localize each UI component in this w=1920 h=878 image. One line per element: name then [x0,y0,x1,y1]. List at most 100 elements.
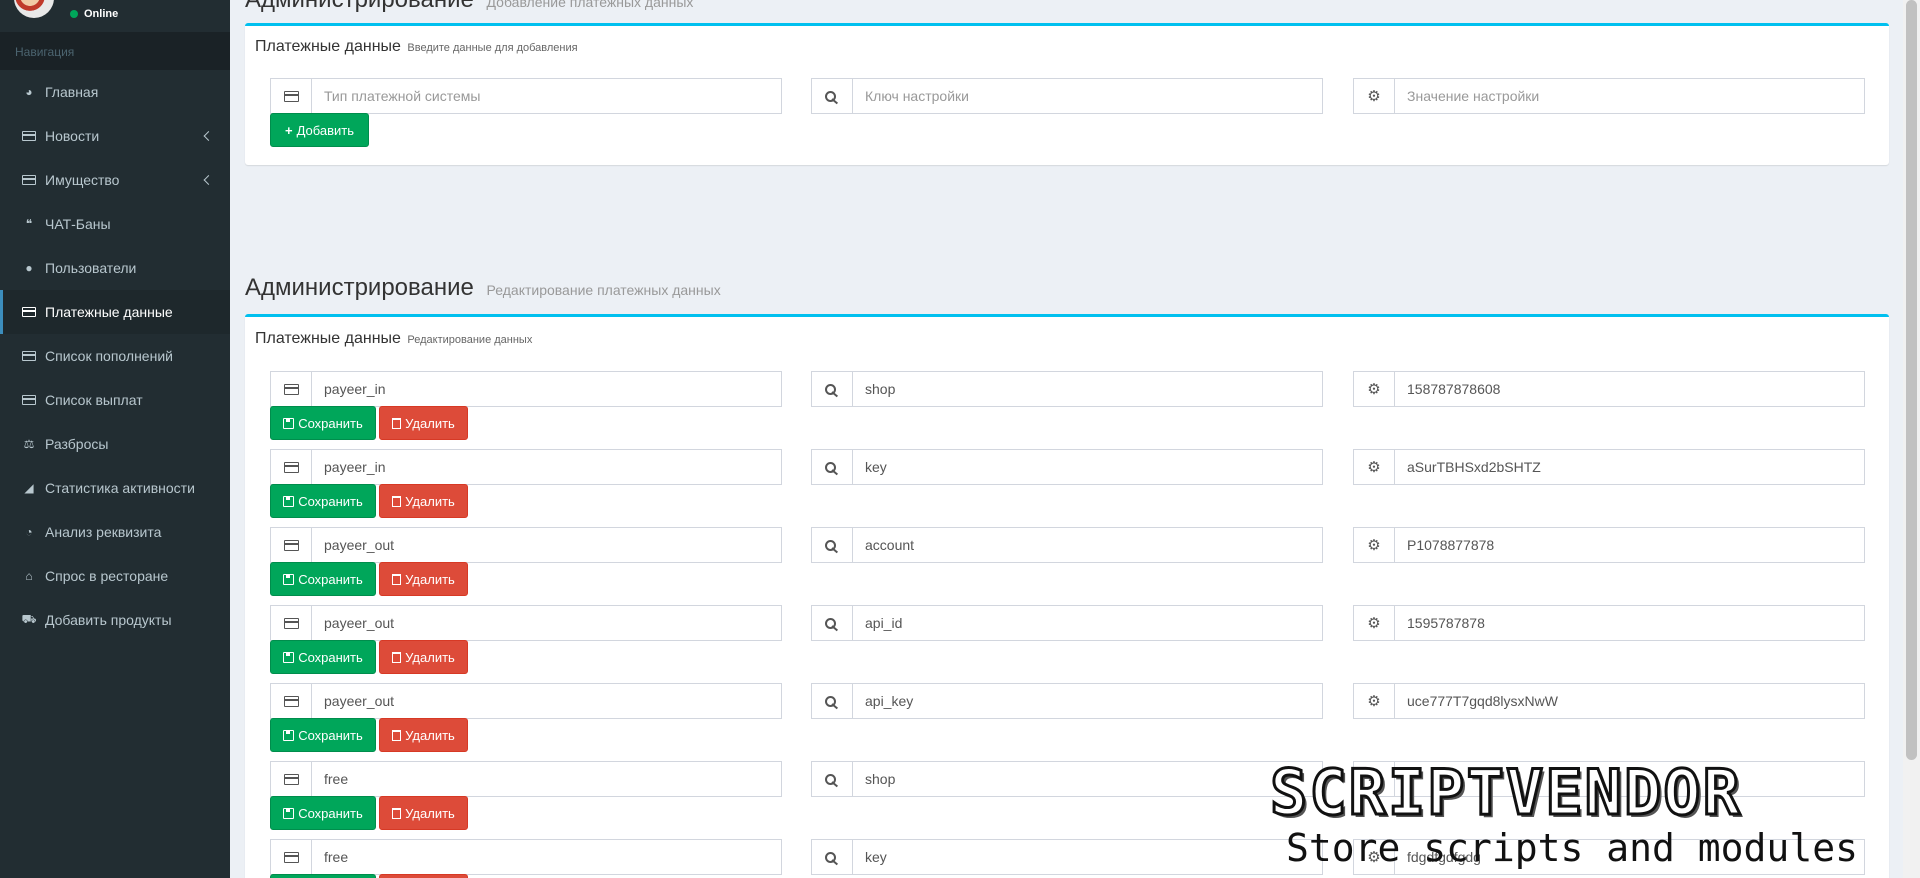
setting-key-input[interactable] [853,762,1322,796]
page-title-edit: Администрирование Редактирование платежн… [245,274,721,302]
payment-type-input[interactable] [312,606,781,640]
setting-key-input[interactable] [853,840,1322,874]
gear-icon: ⚙ [1354,606,1395,640]
trash-icon [392,495,402,507]
payment-type-field [270,449,782,485]
sidebar-item-deposits[interactable]: Список пополнений [0,334,230,378]
delete-button[interactable]: Удалить [379,562,468,596]
avatar[interactable] [14,0,54,18]
trash-icon [392,807,402,819]
box-title: Платежные данные Введите данные для доба… [255,38,578,56]
sidebar-item-label: Спрос в ресторане [45,568,169,584]
save-button[interactable]: Сохранить [270,796,376,830]
delete-button[interactable]: Удалить [379,484,468,518]
delete-button[interactable]: Удалить [379,796,468,830]
key-icon [812,684,853,718]
setting-key-input[interactable] [853,79,1322,113]
save-button[interactable]: Сохранить [270,484,376,518]
sidebar-item-requisite-analysis[interactable]: ◔ Анализ реквизита [0,510,230,554]
gear-icon: ⚙ [1354,79,1395,113]
save-button[interactable]: Сохранить [270,874,376,878]
box-title: Платежные данные Редактирование данных [255,330,532,348]
save-button[interactable]: Сохранить [270,406,376,440]
sidebar-item-activity-stats[interactable]: ◢ Статистика активности [0,466,230,510]
payment-type-field [270,605,782,641]
sidebar-item-label: Новости [45,128,100,144]
chevron-left-icon [203,131,214,141]
floppy-disk-icon [283,417,295,429]
setting-value-field: ⚙ [1353,683,1865,719]
delete-button[interactable]: Удалить [379,406,468,440]
payment-type-input[interactable] [312,762,781,796]
area-chart-icon: ◢ [24,481,34,495]
credit-card-icon [271,528,312,562]
setting-key-field [811,527,1323,563]
sidebar-item-spreads[interactable]: ⚖ Разбросы [0,422,230,466]
sidebar-item-restaurant-demand[interactable]: ⌂ Спрос в ресторане [0,554,230,598]
sidebar-item-property[interactable]: Имущество [0,158,230,202]
payment-type-input[interactable] [312,372,781,406]
payment-type-input[interactable] [312,840,781,874]
gear-icon: ⚙ [1354,450,1395,484]
scrollbar-thumb[interactable] [1906,0,1917,760]
payment-type-input[interactable] [312,450,781,484]
sidebar-item-home[interactable]: ◕ Главная [0,70,230,114]
page-subtitle: Редактирование платежных данных [486,282,721,298]
setting-key-input[interactable] [853,528,1322,562]
save-button[interactable]: Сохранить [270,718,376,752]
delete-button-label: Удалить [405,493,455,509]
scrollbar[interactable] [1903,0,1920,878]
key-icon [812,606,853,640]
delete-button[interactable]: Удалить [379,640,468,674]
chevron-left-icon [203,175,214,185]
setting-value-input[interactable] [1395,372,1864,406]
trash-icon [392,729,402,741]
sidebar-item-users[interactable]: ● Пользователи [0,246,230,290]
delete-button[interactable]: Удалить [379,874,468,878]
save-button[interactable]: Сохранить [270,562,376,596]
sidebar-item-label: Добавить продукты [45,612,172,628]
trash-icon [392,417,402,429]
sidebar-item-payouts[interactable]: Список выплат [0,378,230,422]
setting-key-input[interactable] [853,372,1322,406]
plus-icon: + [284,122,293,138]
setting-key-input[interactable] [853,606,1322,640]
floppy-disk-icon [283,729,295,741]
setting-key-input[interactable] [853,450,1322,484]
setting-key-field [811,605,1323,641]
sidebar-item-payment-data[interactable]: Платежные данные [0,290,230,334]
key-icon [812,450,853,484]
setting-value-input[interactable] [1395,684,1864,718]
setting-value-input[interactable] [1395,79,1864,113]
setting-value-input[interactable] [1395,606,1864,640]
payment-type-field [270,683,782,719]
setting-key-input[interactable] [853,684,1322,718]
save-button[interactable]: Сохранить [270,640,376,674]
payment-type-input[interactable] [312,528,781,562]
payment-type-field [270,78,782,114]
dashboard-icon: ◕ [25,85,33,99]
setting-key-field [811,839,1323,875]
setting-value-input[interactable] [1395,450,1864,484]
box-title-text: Платежные данные [255,330,401,347]
sidebar-item-news[interactable]: Новости [0,114,230,158]
delete-button-label: Удалить [405,649,455,665]
save-button-label: Сохранить [298,493,363,509]
sidebar-item-label: Разбросы [45,436,109,452]
sidebar-item-add-products[interactable]: ⛟ Добавить продукты [0,598,230,642]
gear-icon: ⚙ [1354,528,1395,562]
delete-button[interactable]: Удалить [379,718,468,752]
payment-type-input[interactable] [312,684,781,718]
setting-key-field [811,761,1323,797]
page-title-add: Администрирование Добавление платежных д… [245,0,693,14]
add-button[interactable]: + Добавить [270,113,369,147]
payment-type-field [270,839,782,875]
payment-type-input[interactable] [312,79,781,113]
sidebar-item-chat-bans[interactable]: ❝ ЧАТ-Баны [0,202,230,246]
save-button-label: Сохранить [298,805,363,821]
payment-type-field [270,527,782,563]
setting-value-input[interactable] [1395,528,1864,562]
setting-value-field: ⚙ [1353,527,1865,563]
box-subtitle: Введите данные для добавления [407,42,578,54]
credit-card-icon [21,305,37,319]
